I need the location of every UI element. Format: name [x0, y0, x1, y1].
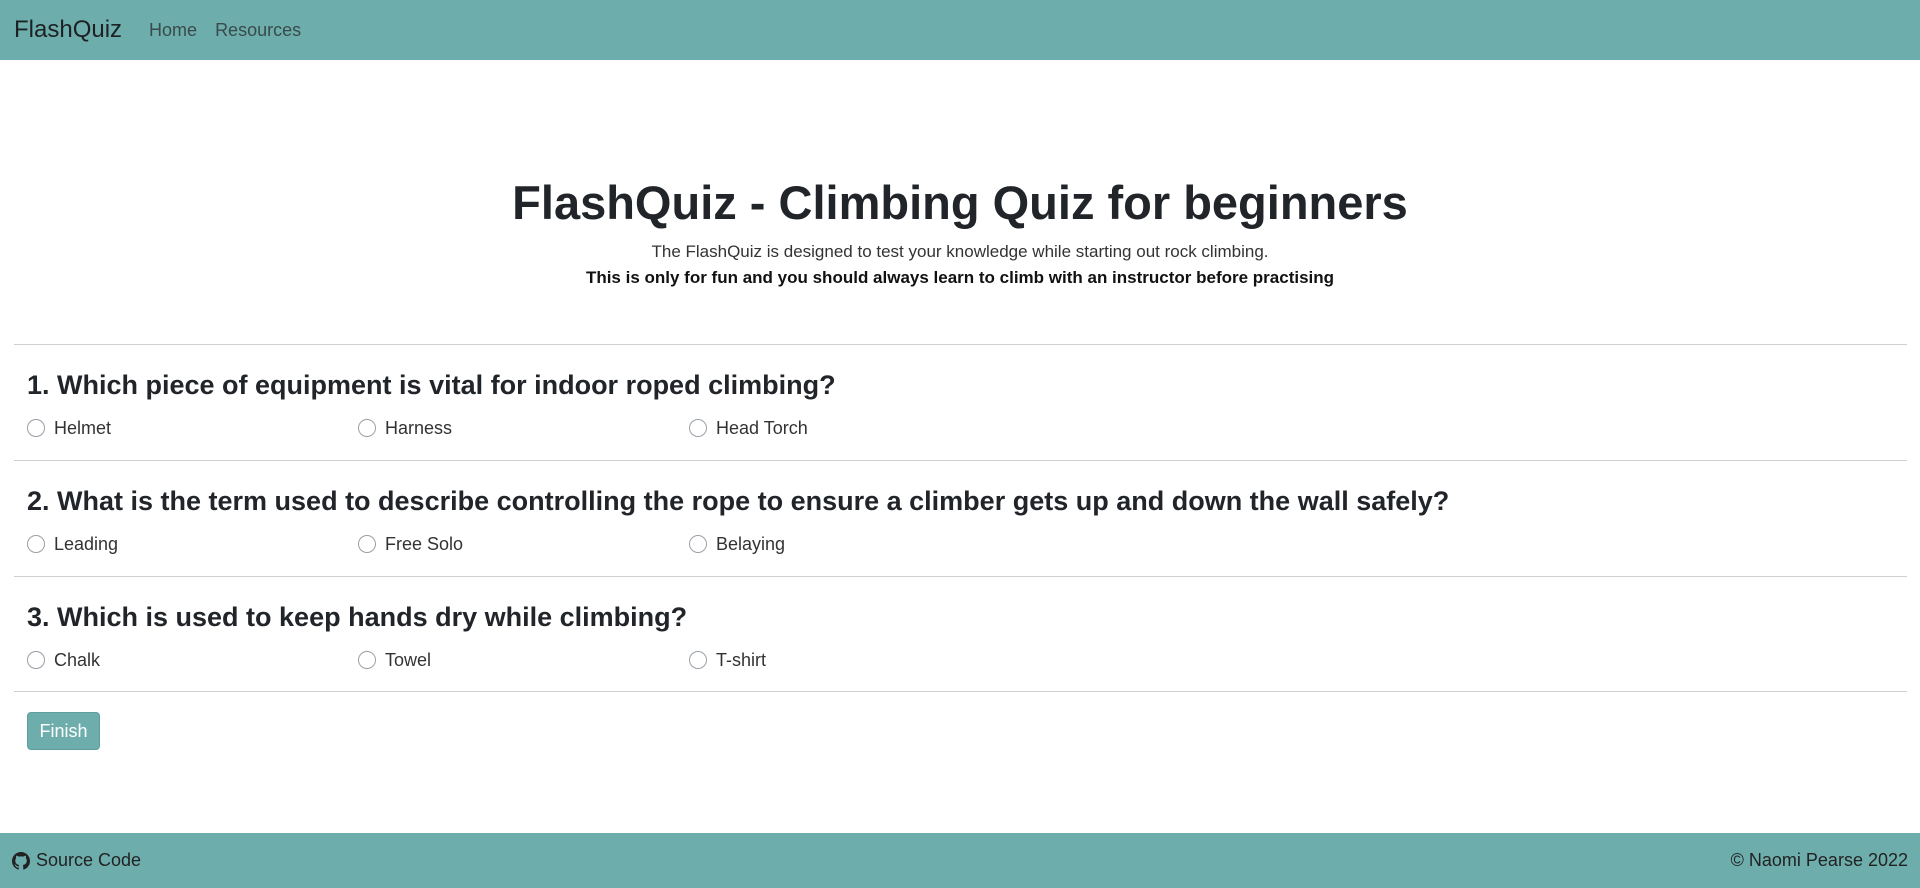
- question-text-part: 1. Which piece of equipment is: [27, 370, 430, 400]
- answer-option[interactable]: Helmet: [27, 416, 111, 440]
- question-1: 1. Which piece of equipment is vital for…: [14, 344, 1907, 460]
- answer-option[interactable]: Head Torch: [689, 416, 808, 440]
- answer-options: Leading Free Solo Belaying: [27, 532, 1027, 556]
- option-label: Chalk: [54, 649, 101, 670]
- radio-button[interactable]: [358, 535, 376, 553]
- answer-options: Helmet Harness Head Torch: [27, 416, 1027, 440]
- radio-button[interactable]: [358, 419, 376, 437]
- quiz-form: 1. Which piece of equipment is vital for…: [14, 344, 1907, 692]
- question-text-part: 3. Which is used to keep hands dry while…: [27, 602, 688, 632]
- nav-link-home[interactable]: Home: [149, 20, 197, 41]
- option-label: Helmet: [54, 417, 112, 438]
- finish-button[interactable]: Finish: [27, 712, 100, 750]
- radio-button[interactable]: [27, 419, 45, 437]
- option-label: Belaying: [716, 533, 786, 554]
- copyright-text: © Naomi Pearse 2022: [1730, 850, 1908, 870]
- page-title: FlashQuiz - Climbing Quiz for beginners: [512, 176, 1408, 229]
- footer: Source Code © Naomi Pearse 2022: [0, 833, 1920, 888]
- answer-option[interactable]: Harness: [358, 416, 452, 440]
- answer-option[interactable]: Leading: [27, 532, 118, 556]
- answer-option[interactable]: Towel: [358, 648, 431, 672]
- nav-link-resources[interactable]: Resources: [215, 20, 301, 41]
- question-emphasis: vital: [429, 370, 484, 400]
- radio-button[interactable]: [689, 419, 707, 437]
- option-label: Harness: [385, 417, 453, 438]
- intro-text: The FlashQuiz is designed to test your k…: [651, 242, 1269, 261]
- question-1-text: 1. Which piece of equipment is vital for…: [27, 345, 1907, 402]
- github-icon: [12, 851, 30, 870]
- option-label: Free Solo: [385, 533, 464, 554]
- radio-button[interactable]: [689, 535, 707, 553]
- question-3: 3. Which is used to keep hands dry while…: [14, 576, 1907, 692]
- question-2-text: 2. What is the term used to describe con…: [27, 461, 1907, 518]
- question-3-text: 3. Which is used to keep hands dry while…: [27, 577, 1907, 634]
- option-label: Leading: [54, 533, 119, 554]
- option-label: Towel: [385, 649, 432, 670]
- source-code-label: Source Code: [36, 850, 142, 870]
- answer-option[interactable]: Free Solo: [358, 532, 463, 556]
- question-text-part: for indoor roped climbing?: [483, 370, 836, 400]
- answer-option[interactable]: Belaying: [689, 532, 785, 556]
- answer-option[interactable]: T-shirt: [689, 648, 766, 672]
- answer-option[interactable]: Chalk: [27, 648, 100, 672]
- brand-logo-text[interactable]: FlashQuiz: [14, 16, 122, 44]
- navbar: FlashQuiz Home Resources: [0, 0, 1920, 60]
- radio-button[interactable]: [27, 535, 45, 553]
- answer-options: Chalk Towel T-shirt: [27, 648, 1027, 672]
- question-2: 2. What is the term used to describe con…: [14, 460, 1907, 576]
- question-text-part: 2. What is the term used to describe con…: [27, 486, 1450, 516]
- radio-button[interactable]: [689, 651, 707, 669]
- option-label: Head Torch: [716, 417, 808, 438]
- radio-button[interactable]: [358, 651, 376, 669]
- radio-button[interactable]: [27, 651, 45, 669]
- hero: FlashQuiz - Climbing Quiz for beginners …: [0, 170, 1920, 291]
- source-code-link[interactable]: Source Code: [12, 850, 141, 871]
- safety-warning: This is only for fun and you should alwa…: [585, 268, 1335, 287]
- option-label: T-shirt: [716, 649, 767, 670]
